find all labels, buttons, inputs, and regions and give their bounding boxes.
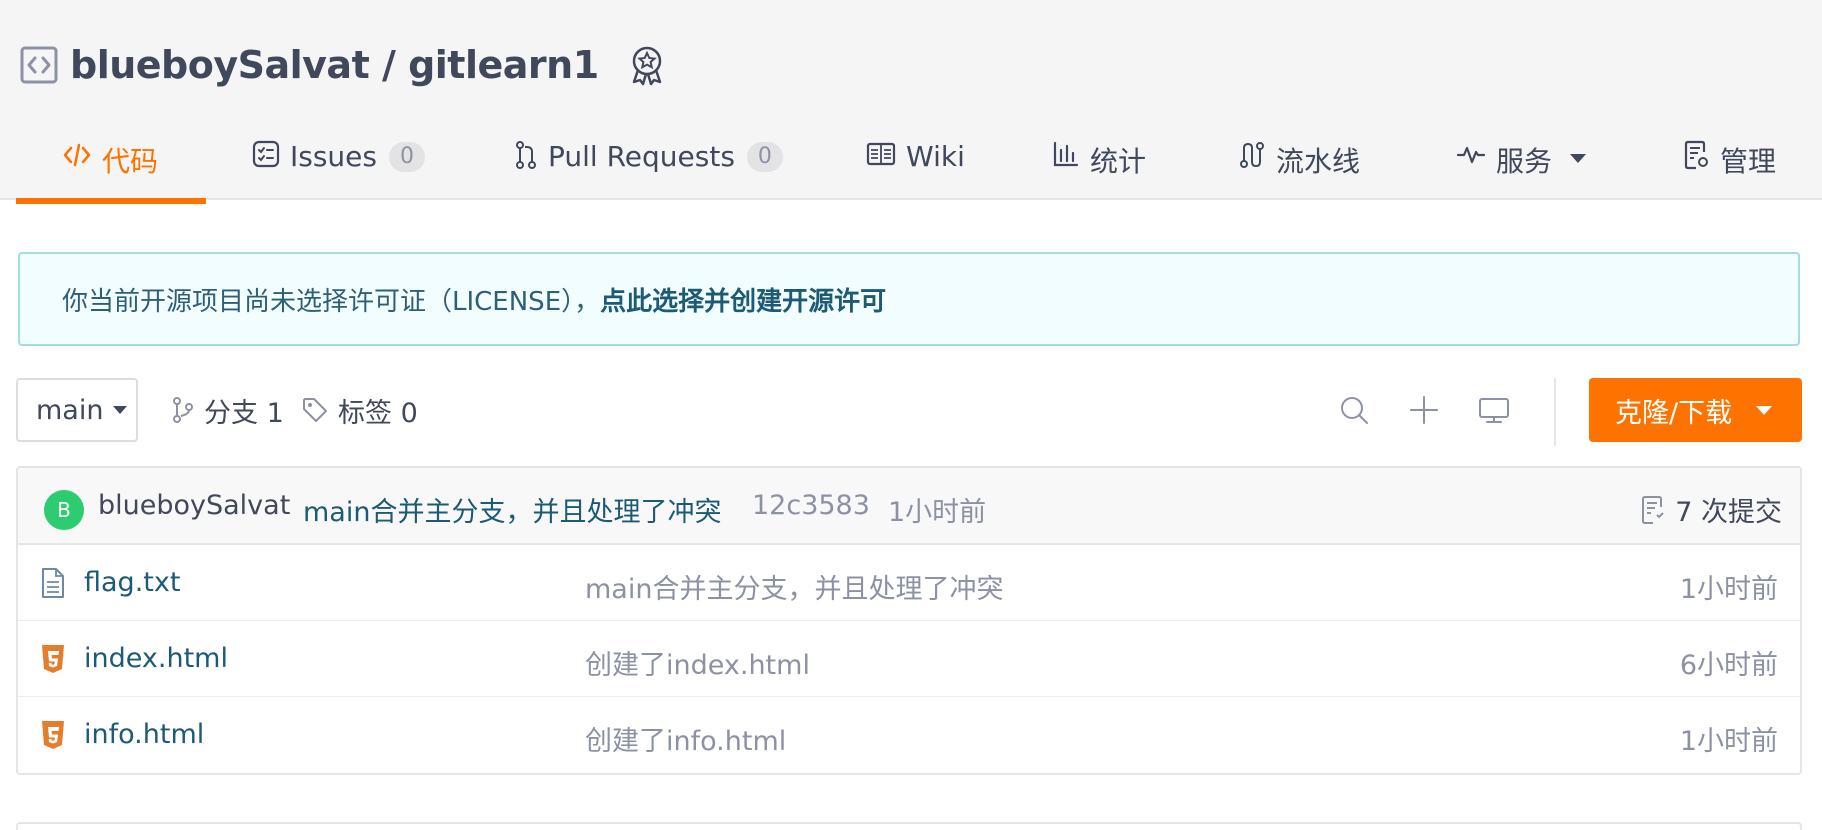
html5-icon	[42, 645, 64, 673]
issues-icon	[252, 140, 280, 168]
tab-services[interactable]: 服务	[1456, 130, 1587, 202]
clone-download-button[interactable]: 克隆/下载	[1589, 378, 1802, 442]
bar-chart-icon	[1053, 141, 1079, 167]
tab-code[interactable]: 代码	[16, 130, 206, 204]
create-license-link[interactable]: 点此选择并创建开源许可	[600, 281, 886, 318]
code-icon	[63, 143, 91, 167]
pull-requests-count-badge: 0	[746, 142, 783, 172]
tab-issues-label: Issues	[290, 140, 377, 173]
tags-count: 标签 0	[338, 397, 418, 429]
tab-issues[interactable]: Issues 0	[252, 130, 425, 202]
tab-pull-requests-label: Pull Requests	[548, 140, 735, 173]
avatar[interactable]: B	[44, 490, 84, 530]
tab-pipeline-label: 流水线	[1276, 145, 1361, 178]
tab-pipeline[interactable]: 流水线	[1238, 130, 1360, 202]
file-row[interactable]: info.html 创建了info.html 1小时前	[18, 697, 1800, 773]
tab-code-label: 代码	[102, 145, 159, 178]
file-name-link[interactable]: flag.txt	[84, 567, 180, 598]
tab-manage[interactable]: 管理	[1684, 130, 1776, 202]
file-commit-message[interactable]: 创建了info.html	[585, 719, 786, 758]
commit-history-icon	[1642, 495, 1664, 524]
file-commit-time: 6小时前	[1679, 650, 1778, 681]
book-icon	[866, 142, 896, 166]
file-commit-message[interactable]: main合并主分支，并且处理了冲突	[585, 567, 1003, 606]
repo-tabs: 代码 Issues 0 Pull Requests 0 Wiki 统计 流水线 …	[16, 130, 1806, 204]
tab-pull-requests[interactable]: Pull Requests 0	[514, 130, 783, 202]
award-icon[interactable]	[627, 44, 667, 86]
add-file-icon[interactable]	[1408, 394, 1440, 426]
pulse-icon	[1456, 146, 1486, 164]
web-ide-icon[interactable]	[1478, 394, 1510, 426]
file-commit-time: 1小时前	[1679, 574, 1778, 605]
commit-time: 1小时前	[888, 497, 987, 528]
search-icon[interactable]	[1338, 394, 1370, 426]
file-name-link[interactable]: index.html	[84, 643, 228, 674]
file-name-link[interactable]: info.html	[84, 719, 204, 750]
services-dropdown-caret	[1570, 154, 1587, 163]
pipeline-icon	[1240, 142, 1264, 168]
toolbar-divider	[1554, 378, 1556, 446]
tab-wiki[interactable]: Wiki	[866, 130, 965, 202]
file-row[interactable]: index.html 创建了index.html 6小时前	[18, 621, 1800, 697]
file-browser: B blueboySalvat main合并主分支，并且处理了冲突 12c358…	[16, 466, 1802, 775]
pull-request-icon	[516, 141, 536, 169]
tab-wiki-label: Wiki	[906, 140, 965, 173]
repo-title-row: blueboySalvat / gitlearn1	[20, 40, 667, 90]
file-row[interactable]: flag.txt main合并主分支，并且处理了冲突 1小时前	[18, 545, 1800, 621]
issues-count-badge: 0	[389, 142, 425, 172]
license-notice: 你当前开源项目尚未选择许可证（LICENSE）， 点此选择并创建开源许可	[18, 252, 1800, 346]
repo-toolbar: main 分支 1 标签 0 克隆/下载	[16, 378, 1802, 446]
commit-count-link[interactable]: 7 次提交	[1641, 490, 1782, 529]
commit-author-link[interactable]: blueboySalvat	[98, 490, 290, 521]
active-tab-indicator	[16, 198, 206, 204]
license-notice-text: 你当前开源项目尚未选择许可证（LICENSE），	[62, 286, 601, 317]
repo-code-icon	[20, 46, 58, 84]
chevron-down-icon	[1756, 405, 1773, 415]
tab-services-label: 服务	[1496, 145, 1553, 178]
latest-commit-bar: B blueboySalvat main合并主分支，并且处理了冲突 12c358…	[18, 468, 1800, 545]
settings-doc-icon	[1684, 140, 1708, 170]
file-commit-time: 1小时前	[1679, 726, 1778, 757]
readme-panel-edge	[16, 822, 1802, 830]
commit-count-label: 7 次提交	[1675, 497, 1782, 528]
commit-sha-link[interactable]: 12c3583	[752, 490, 870, 521]
tag-icon	[303, 398, 327, 422]
tab-manage-label: 管理	[1720, 145, 1777, 178]
repo-name-link[interactable]: blueboySalvat / gitlearn1	[70, 43, 599, 87]
branch-select[interactable]: main	[16, 378, 138, 442]
commit-message-link[interactable]: main合并主分支，并且处理了冲突	[303, 490, 721, 529]
branch-select-value: main	[36, 394, 104, 426]
tags-link[interactable]: 标签 0	[302, 378, 418, 442]
tab-stats[interactable]: 统计	[1052, 130, 1146, 202]
branch-icon	[173, 397, 193, 423]
repo-header: blueboySalvat / gitlearn1 代码 Issues 0 Pu…	[0, 0, 1822, 204]
file-commit-message[interactable]: 创建了index.html	[585, 643, 810, 682]
clone-download-label: 克隆/下载	[1615, 397, 1733, 429]
chevron-down-icon	[113, 406, 128, 414]
branches-link[interactable]: 分支 1	[172, 378, 284, 442]
tab-stats-label: 统计	[1090, 145, 1147, 178]
html5-icon	[42, 721, 64, 749]
text-file-icon	[42, 568, 64, 598]
branches-count: 分支 1	[204, 397, 284, 429]
